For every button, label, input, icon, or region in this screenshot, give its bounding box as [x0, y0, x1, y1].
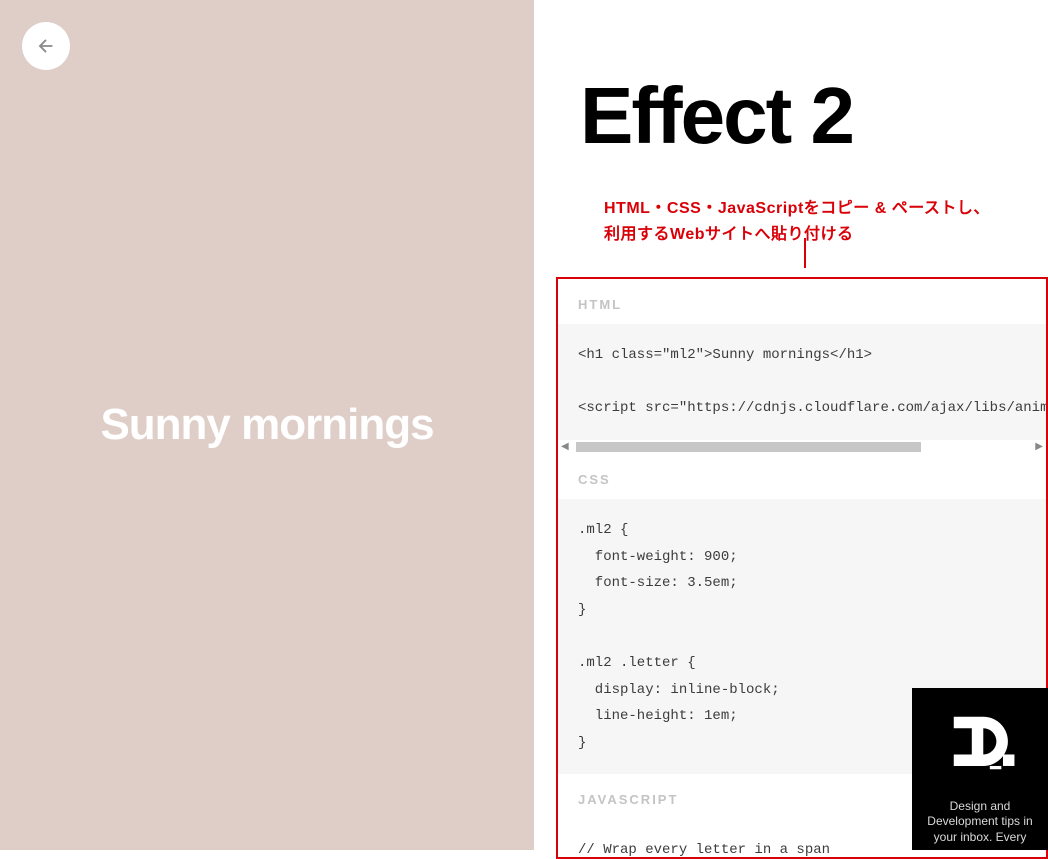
page-title: Effect 2 [580, 70, 1048, 162]
promo-text: Design and Development tips in your inbo… [918, 799, 1042, 846]
html-section-label: HTML [558, 279, 1046, 324]
demo-panel: Sunny mornings [0, 0, 534, 850]
promo-line-1: Design and [950, 799, 1011, 813]
scroll-right-icon[interactable]: ▶ [1035, 441, 1043, 452]
html-code-block[interactable]: <h1 class="ml2">Sunny mornings</h1> <scr… [558, 324, 1046, 440]
scroll-track[interactable] [558, 442, 1046, 452]
css-section-label: CSS [558, 454, 1046, 499]
scroll-thumb[interactable] [576, 442, 921, 452]
back-button[interactable] [22, 22, 70, 70]
arrow-left-icon [35, 35, 57, 57]
content-panel: Effect 2 HTML・CSS・JavaScriptをコピー & ペーストし… [534, 0, 1048, 850]
demo-text: Sunny mornings [100, 400, 433, 450]
promo-logo-icon [939, 702, 1021, 784]
annotation-connector [804, 238, 806, 268]
promo-line-3: your inbox. Every [934, 830, 1027, 844]
promo-line-2: Development tips in [927, 814, 1032, 828]
instruction-line-2: 利用するWebサイトへ貼り付ける [604, 226, 854, 243]
instruction-line-1: HTML・CSS・JavaScriptをコピー & ペーストし、 [604, 200, 990, 217]
horizontal-scrollbar[interactable]: ◀ ▶ [558, 440, 1046, 454]
instruction-text: HTML・CSS・JavaScriptをコピー & ペーストし、 利用するWeb… [604, 196, 1048, 247]
promo-widget[interactable]: Design and Development tips in your inbo… [912, 688, 1048, 850]
